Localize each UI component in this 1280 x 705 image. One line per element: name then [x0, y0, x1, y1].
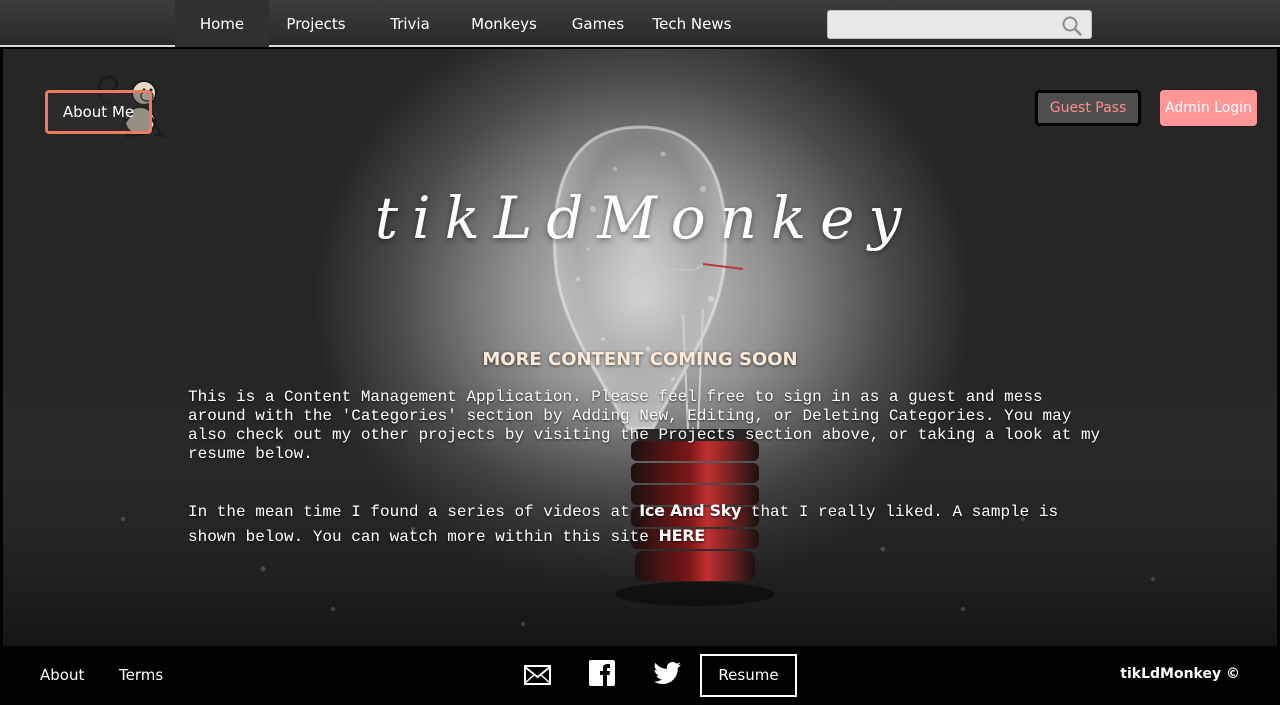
admin-login-button[interactable]: Admin Login [1160, 90, 1257, 126]
copyright-text: tikLdMonkey © [1120, 666, 1240, 682]
lightbulb-background [3, 125, 1277, 646]
hero-section: About Me Guest Pass Admin Login tikLdMon… [3, 49, 1277, 646]
nav-item-games[interactable]: Games [551, 0, 645, 47]
intro-paragraph: This is a Content Management Application… [188, 388, 1101, 463]
nav-menu: Home Projects Trivia Monkeys Games Tech … [175, 0, 739, 47]
about-me-button[interactable]: About Me [45, 90, 152, 134]
top-navigation: Home Projects Trivia Monkeys Games Tech … [0, 0, 1280, 47]
footer: About Terms Resume tikLdMonkey © [0, 646, 1280, 705]
footer-terms-link[interactable]: Terms [119, 666, 163, 684]
guest-pass-button[interactable]: Guest Pass [1035, 90, 1141, 126]
nav-item-home[interactable]: Home [175, 0, 269, 47]
mail-icon[interactable] [524, 665, 551, 685]
here-link[interactable]: HERE [658, 526, 705, 545]
search-input[interactable] [828, 11, 1053, 38]
ice-and-sky-link[interactable]: Ice And Sky [639, 501, 741, 520]
site-title: tikLdMonkey [374, 184, 916, 252]
twitter-icon[interactable] [654, 662, 681, 684]
nav-item-projects[interactable]: Projects [269, 0, 363, 47]
search-icon[interactable] [1061, 15, 1083, 37]
videos-text-start: In the mean time I found a series of vid… [188, 503, 640, 521]
coming-soon-heading: MORE CONTENT COMING SOON [482, 349, 798, 370]
nav-item-trivia[interactable]: Trivia [363, 0, 457, 47]
footer-about-link[interactable]: About [40, 666, 84, 684]
videos-paragraph: In the mean time I found a series of vid… [188, 499, 1113, 549]
resume-button[interactable]: Resume [700, 654, 797, 697]
facebook-icon[interactable] [589, 660, 615, 686]
search-box [827, 10, 1092, 39]
nav-item-tech-news[interactable]: Tech News [645, 0, 739, 47]
nav-item-monkeys[interactable]: Monkeys [457, 0, 551, 47]
